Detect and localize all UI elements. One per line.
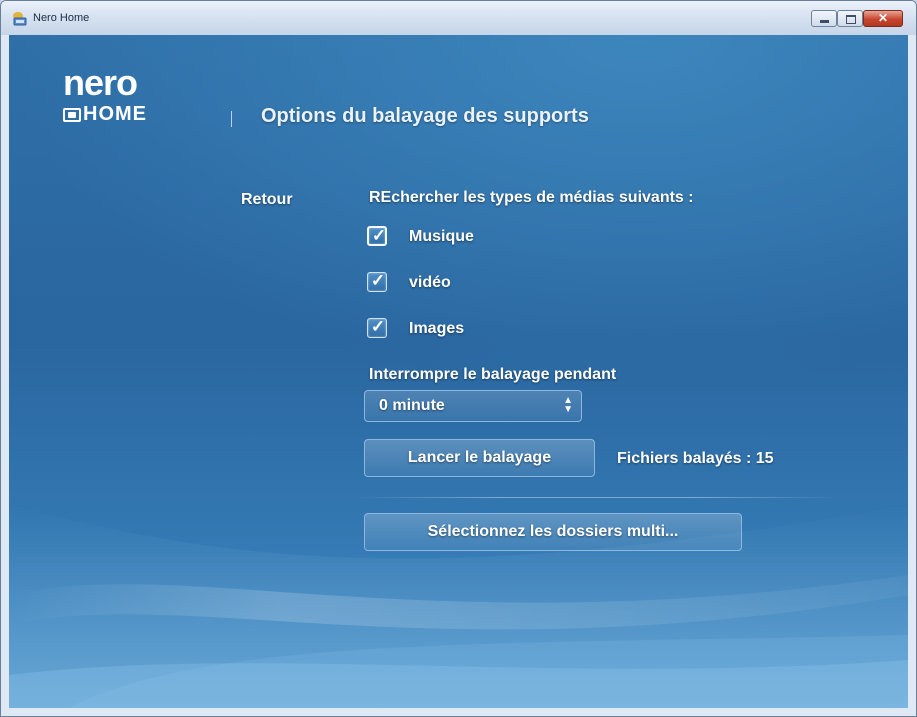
maximize-button[interactable] [837,10,863,27]
app-window: Nero Home ✕ nero HOME Options du balayag… [0,0,917,717]
checkmark-icon: ✓ [370,271,386,290]
interrupt-duration-select[interactable]: 0 minute ▲ ▼ [364,390,582,422]
header-separator [231,111,232,127]
logo-product-text: HOME [83,103,147,125]
close-icon: ✕ [877,11,889,25]
media-types-heading: REchercher les types de médias suivants … [369,189,694,206]
start-scan-button-label: Lancer le balayage [407,449,552,466]
images-checkbox[interactable]: ✓ [367,317,387,338]
nero-home-icon [13,12,27,26]
nero-home-logo: nero HOME [63,62,146,125]
page-title: Options du balayage des supports [261,105,589,127]
title-bar[interactable]: Nero Home ✕ [1,1,916,35]
logo-product: HOME [63,103,147,126]
minimize-icon [820,20,829,23]
music-checkbox-label[interactable]: Musique [409,228,474,246]
interrupt-heading: Interrompre le balayage pendant [369,366,617,383]
checkmark-icon: ✓ [371,226,387,245]
main-panel: nero HOME Options du balayage des suppor… [9,35,908,708]
select-folders-button[interactable]: Sélectionnez les dossiers multi... [364,513,742,551]
tv-icon [63,107,81,122]
window-title: Nero Home [33,12,90,24]
interrupt-duration-value: 0 minute [379,397,445,414]
video-checkbox[interactable]: ✓ [367,271,387,292]
music-checkbox[interactable]: ✓ [367,226,387,246]
video-checkbox-label[interactable]: vidéo [409,274,451,292]
close-button[interactable]: ✕ [863,10,903,27]
images-checkbox-label[interactable]: Images [409,320,464,338]
select-folders-button-label: Sélectionnez les dossiers multi... [427,523,679,540]
back-link[interactable]: Retour [241,191,293,209]
maximize-icon [846,15,856,24]
scan-status: Fichiers balayés : 15 [617,450,774,467]
spinner-arrows-icon: ▲ ▼ [563,395,573,415]
checkmark-icon: ✓ [370,317,386,336]
logo-brand: nero [63,62,138,103]
divider [357,497,837,498]
start-scan-button[interactable]: Lancer le balayage [364,439,595,477]
minimize-button[interactable] [811,10,837,27]
